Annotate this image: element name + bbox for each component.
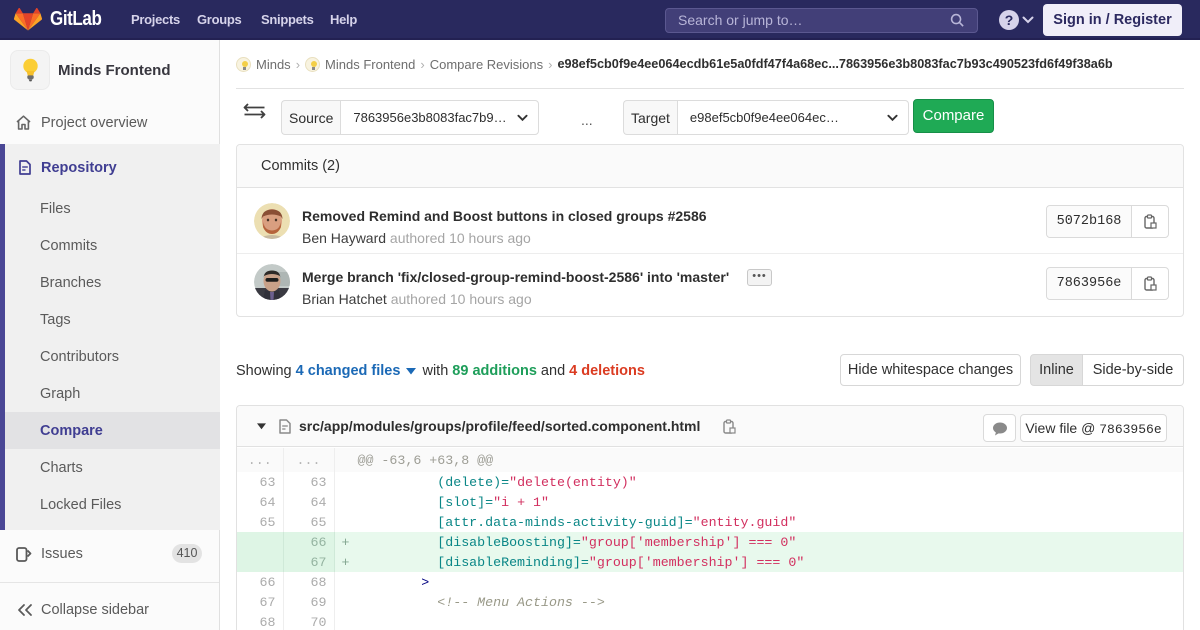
svg-text:?: ? <box>1005 12 1014 28</box>
